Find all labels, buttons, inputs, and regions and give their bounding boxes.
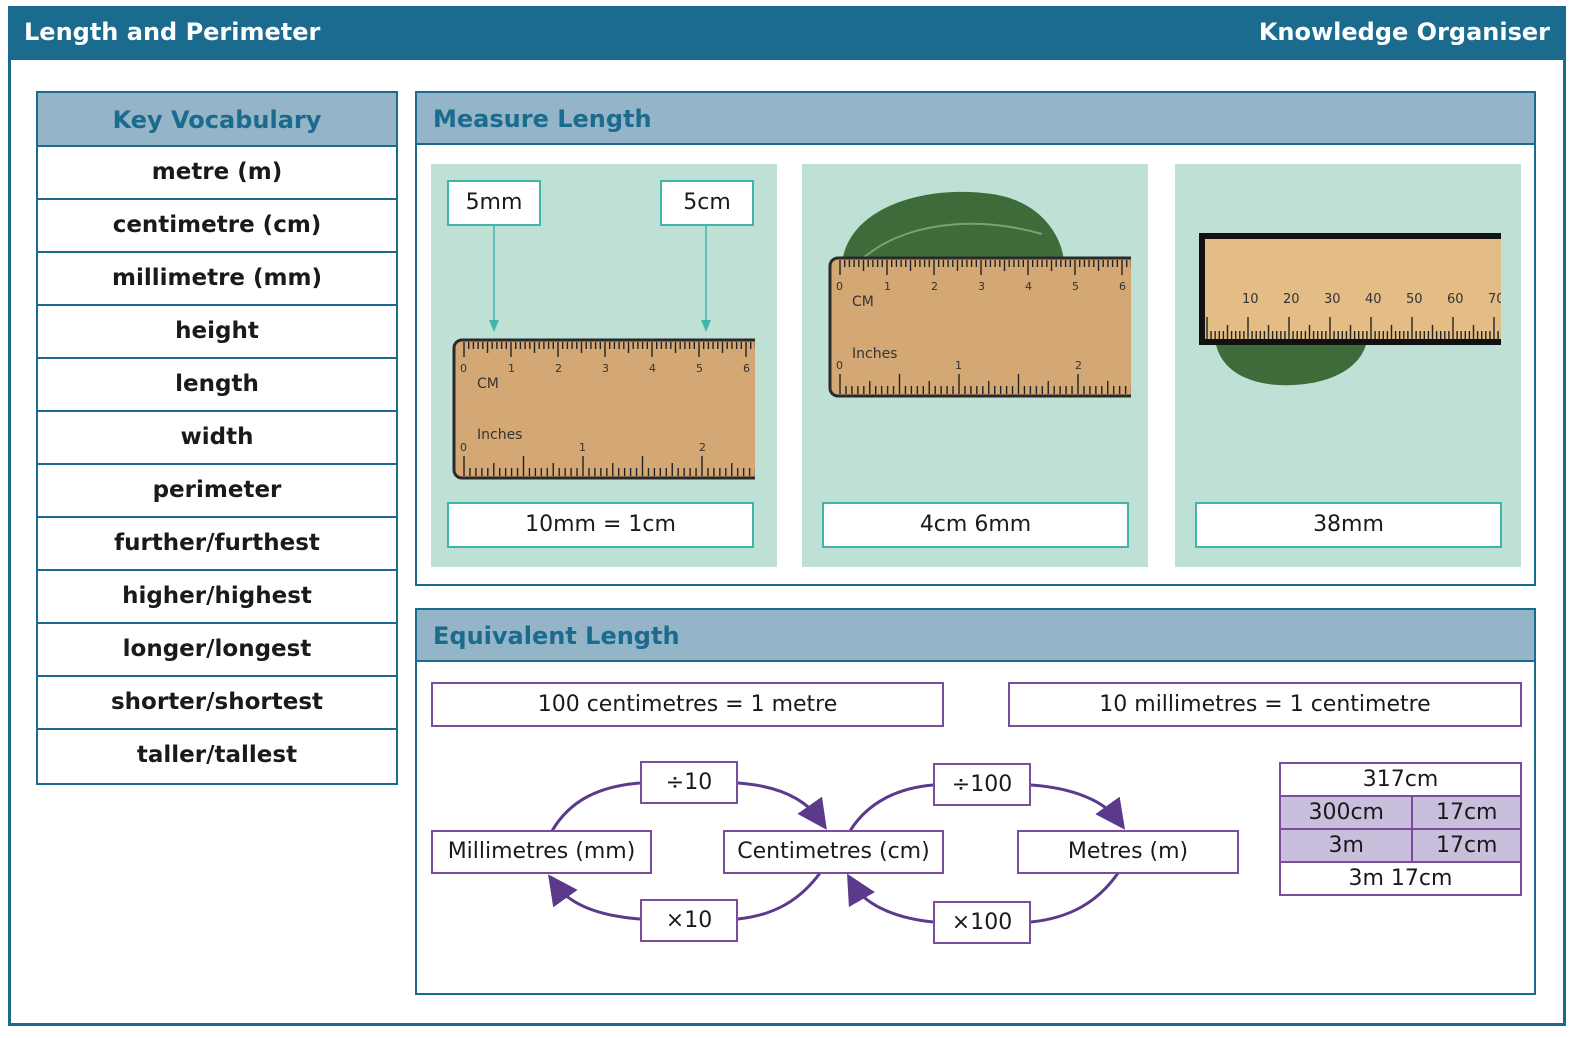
fact-cm-metre: 100 centimetres = 1 metre	[431, 682, 944, 727]
tick-label: 0	[460, 362, 467, 375]
vocabulary-heading: Key Vocabulary	[38, 93, 396, 147]
vocab-item: height	[38, 306, 396, 359]
label-5cm: 5cm	[660, 180, 754, 226]
tick-label: 30	[1324, 292, 1341, 307]
caption-card-2: 4cm 6mm	[822, 502, 1129, 548]
fact-mm-cm: 10 millimetres = 1 centimetre	[1008, 682, 1522, 727]
title-bar: Length and Perimeter Knowledge Organiser	[8, 6, 1566, 60]
tick-label: 10	[1242, 292, 1259, 307]
page-title: Length and Perimeter	[24, 18, 321, 46]
vocab-item: longer/longest	[38, 624, 396, 677]
tick-label: 1	[955, 359, 962, 372]
leaf-shape	[842, 191, 1064, 264]
tick-label: 2	[555, 362, 562, 375]
vocab-item: higher/highest	[38, 571, 396, 624]
tick-label: 3	[978, 280, 985, 293]
leaf-shape	[1215, 339, 1367, 386]
caption-card-3: 38mm	[1195, 502, 1502, 548]
tick-label: 4	[649, 362, 656, 375]
tick-label: 2	[699, 441, 706, 454]
partition-cell: 17cm	[1411, 828, 1522, 863]
inch-scale-label: Inches	[477, 427, 522, 443]
unit-millimetres: Millimetres (mm)	[431, 830, 652, 874]
tick-label: 1	[579, 441, 586, 454]
tick-label: 5	[696, 362, 703, 375]
tick-label: 1	[508, 362, 515, 375]
measure-card-1: CM Inches 0 1 2 3 4 5 6 0 1 2 5mm 5cm 10…	[431, 164, 777, 567]
tick-label: 20	[1283, 292, 1300, 307]
tick-label: 50	[1406, 292, 1423, 307]
tick-label: 60	[1447, 292, 1464, 307]
tick-label: 6	[743, 362, 750, 375]
tick-label: 0	[460, 441, 467, 454]
vocab-item: perimeter	[38, 465, 396, 518]
measure-length-heading: Measure Length	[417, 93, 1534, 145]
inch-scale-label: Inches	[852, 346, 897, 362]
tick-label: 5	[1072, 280, 1079, 293]
partition-table: 317cm 300cm 17cm 3m 17cm 3m 17cm	[1278, 762, 1522, 896]
measure-card-3: 10 20 30 40 50 60 70 38mm	[1175, 164, 1521, 567]
partition-cell: 3m	[1278, 828, 1414, 863]
equivalent-length-heading: Equivalent Length	[417, 610, 1534, 662]
tick-label: 4	[1025, 280, 1032, 293]
cm-scale-label: CM	[477, 376, 499, 392]
cm-scale-label: CM	[852, 294, 874, 310]
op-divide-10: ÷10	[640, 761, 738, 804]
tick-label: 40	[1365, 292, 1382, 307]
vocab-item: further/furthest	[38, 518, 396, 571]
vocab-item: shorter/shortest	[38, 677, 396, 730]
tick-label: 2	[1075, 359, 1082, 372]
caption-card-1: 10mm = 1cm	[447, 502, 754, 548]
tick-label: 2	[931, 280, 938, 293]
label-5mm: 5mm	[447, 180, 541, 226]
tick-label: 3	[602, 362, 609, 375]
partition-result: 3m 17cm	[1279, 861, 1522, 896]
op-multiply-10: ×10	[640, 899, 738, 942]
tick-label: 0	[836, 359, 843, 372]
vocab-item: length	[38, 359, 396, 412]
unit-metres: Metres (m)	[1017, 830, 1239, 874]
tick-label: 6	[1119, 280, 1126, 293]
vocab-item: millimetre (mm)	[38, 253, 396, 306]
vocab-item: metre (m)	[38, 147, 396, 200]
vocab-item: taller/tallest	[136, 742, 298, 768]
partition-cell: 300cm	[1278, 795, 1414, 830]
op-divide-100: ÷100	[933, 763, 1031, 806]
vocabulary-box: Key Vocabulary metre (m) centimetre (cm)…	[36, 91, 398, 785]
partition-total: 317cm	[1279, 762, 1522, 797]
unit-centimetres: Centimetres (cm)	[723, 830, 944, 874]
vocab-item: width	[38, 412, 396, 465]
tick-label: 0	[836, 280, 843, 293]
vocab-item: centimetre (cm)	[38, 200, 396, 253]
tick-label: 1	[884, 280, 891, 293]
measure-card-2: CM Inches 0 1 2 3 4 5 6 0 1 2 4cm 6mm	[802, 164, 1148, 567]
op-multiply-100: ×100	[933, 901, 1031, 944]
page-subtitle: Knowledge Organiser	[1258, 18, 1550, 46]
partition-cell: 17cm	[1411, 795, 1522, 830]
